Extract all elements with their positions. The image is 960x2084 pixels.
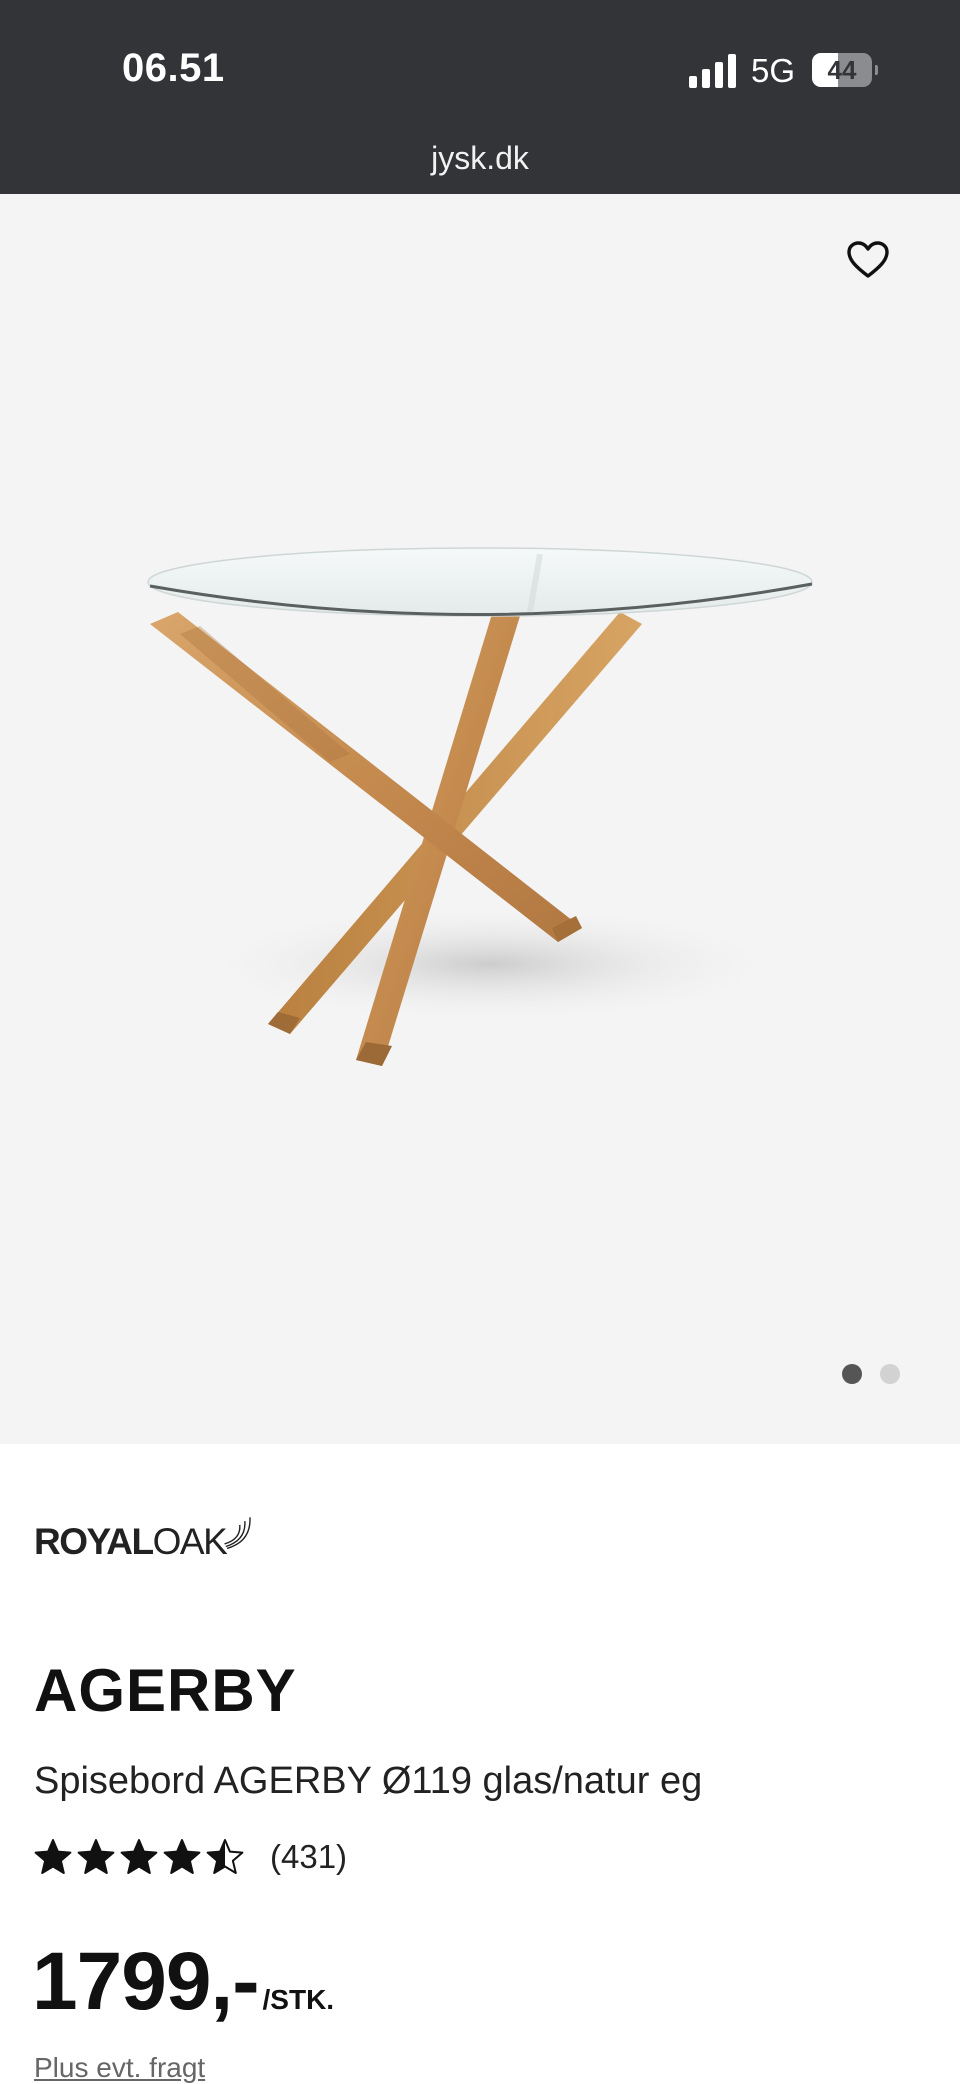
address-bar-url[interactable]: jysk.dk	[0, 140, 960, 177]
review-count[interactable]: (431)	[270, 1838, 347, 1876]
product-image-gallery[interactable]	[0, 194, 960, 1444]
carousel-pagination	[842, 1364, 900, 1384]
carousel-dot[interactable]	[880, 1364, 900, 1384]
price-row: 1799,- /STK.	[32, 1935, 334, 2029]
product-price: 1799,-	[32, 1936, 260, 2027]
star-filled-icon	[34, 1839, 72, 1874]
rating-stars	[34, 1838, 244, 1876]
cellular-signal-icon	[689, 54, 736, 88]
freight-note-link[interactable]: Plus evt. fragt	[34, 2052, 205, 2084]
brand-part-royal: ROYAL	[34, 1521, 154, 1562]
favorite-button[interactable]	[840, 232, 896, 288]
battery-icon: 44	[812, 53, 878, 87]
star-filled-icon	[163, 1839, 201, 1874]
brand-part-oak: OAK	[152, 1521, 228, 1562]
network-type: 5G	[751, 52, 796, 89]
star-filled-icon	[77, 1839, 115, 1874]
status-time: 06.51	[122, 46, 225, 90]
star-half-icon	[206, 1839, 244, 1874]
product-name: AGERBY	[34, 1657, 297, 1724]
brand-wordmark: ROYALOAK	[34, 1521, 228, 1562]
battery-level: 44	[827, 55, 857, 85]
product-description: Spisebord AGERBY Ø119 glas/natur eg	[34, 1760, 703, 1802]
heart-outline-icon	[847, 241, 889, 278]
product-rating[interactable]: (431)	[34, 1838, 347, 1876]
carousel-dot[interactable]	[842, 1364, 862, 1384]
brand-logo-arcs-icon	[224, 1517, 251, 1550]
status-bar: 06.51 5G 44 jysk.dk	[0, 0, 960, 194]
product-image	[147, 547, 813, 1066]
brand-logo[interactable]: ROYALOAK	[34, 1500, 254, 1560]
star-filled-icon	[120, 1839, 158, 1874]
price-unit: /STK.	[262, 1984, 335, 2015]
